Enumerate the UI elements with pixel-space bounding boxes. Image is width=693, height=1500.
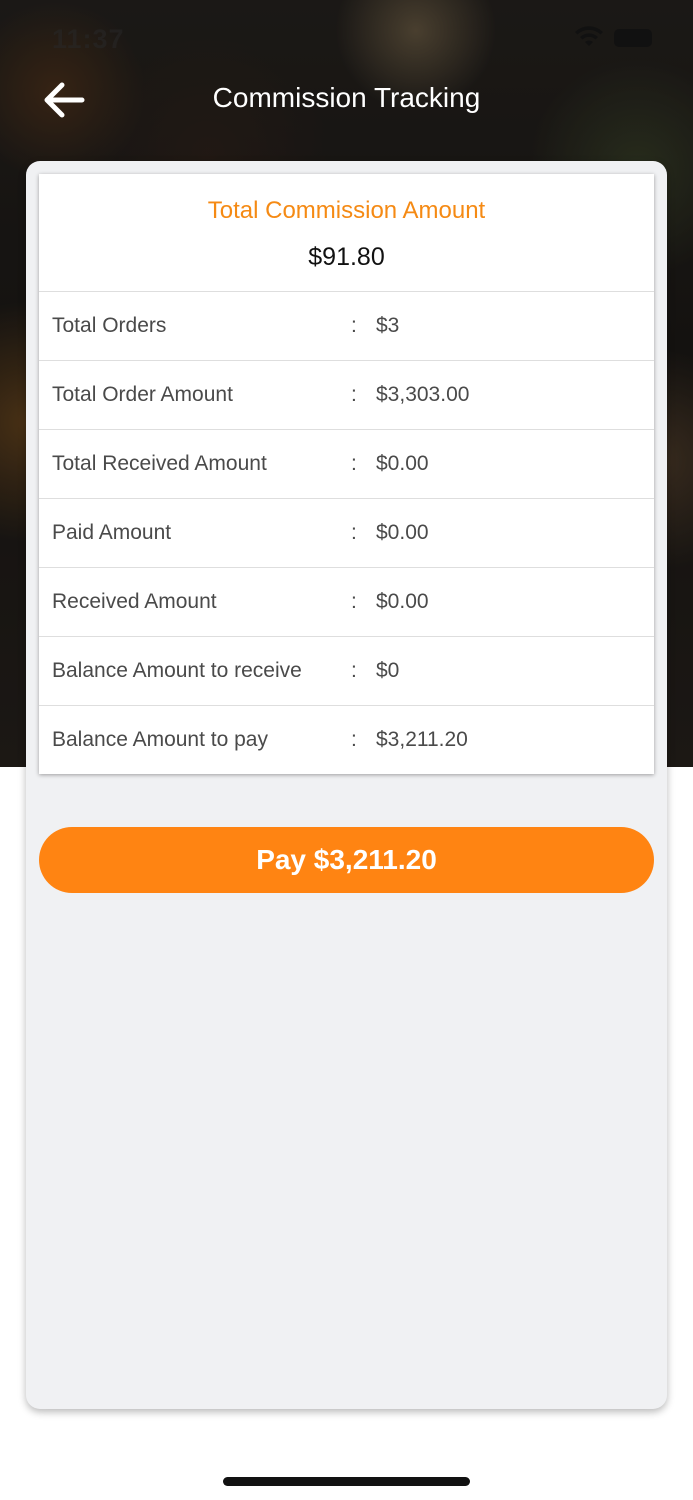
wifi-icon: [575, 26, 603, 46]
status-time: 11:37: [52, 24, 125, 54]
total-commission-header: Total Commission Amount $91.80: [39, 174, 654, 292]
row-separator: :: [351, 452, 357, 475]
row-separator: :: [351, 314, 357, 337]
row-label: Received Amount: [52, 590, 217, 613]
row-label: Total Orders: [52, 314, 167, 337]
summary-row-received-amount: Received Amount : $0.00: [39, 568, 654, 637]
row-separator: :: [351, 728, 357, 751]
row-value: $0.00: [376, 590, 429, 613]
row-separator: :: [351, 659, 357, 682]
row-label: Balance Amount to pay: [52, 728, 268, 751]
commission-summary-table: Total Commission Amount $91.80 Total Ord…: [39, 174, 654, 774]
total-commission-value: $91.80: [308, 243, 385, 271]
battery-icon: [614, 29, 652, 47]
row-value: $0: [376, 659, 400, 682]
row-label: Total Received Amount: [52, 452, 267, 475]
home-indicator[interactable]: [223, 1477, 470, 1486]
row-separator: :: [351, 590, 357, 613]
row-value: $3,211.20: [376, 728, 468, 751]
summary-row-total-orders: Total Orders : $3: [39, 292, 654, 361]
pay-button[interactable]: Pay $3,211.20: [39, 827, 654, 893]
row-label: Total Order Amount: [52, 383, 233, 406]
summary-row-total-received-amount: Total Received Amount : $0.00: [39, 430, 654, 499]
summary-row-paid-amount: Paid Amount : $0.00: [39, 499, 654, 568]
row-separator: :: [351, 521, 357, 544]
total-commission-title: Total Commission Amount: [207, 197, 486, 224]
summary-row-balance-to-pay: Balance Amount to pay : $3,211.20: [39, 706, 654, 774]
row-label: Balance Amount to receive: [52, 659, 302, 682]
navigation-bar: Commission Tracking: [0, 70, 693, 130]
row-value: $0.00: [376, 452, 429, 475]
row-value: $3: [376, 314, 400, 337]
row-value: $3,303.00: [376, 383, 470, 406]
content-card: Total Commission Amount $91.80 Total Ord…: [26, 161, 667, 1409]
summary-row-balance-to-receive: Balance Amount to receive : $0: [39, 637, 654, 706]
status-bar: 11:37: [0, 0, 693, 70]
row-separator: :: [351, 383, 357, 406]
summary-row-total-order-amount: Total Order Amount : $3,303.00: [39, 361, 654, 430]
row-value: $0.00: [376, 521, 429, 544]
row-label: Paid Amount: [52, 521, 172, 544]
page-title: Commission Tracking: [212, 82, 481, 113]
